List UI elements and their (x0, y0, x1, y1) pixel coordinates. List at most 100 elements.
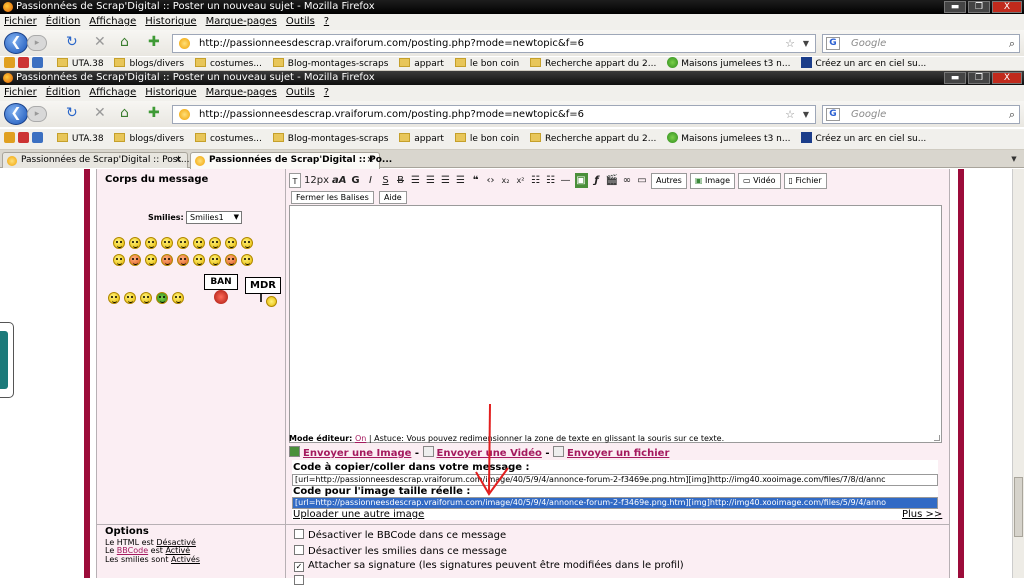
send-image-link[interactable]: Envoyer une Image (303, 448, 411, 459)
add-tab-icon[interactable]: ✚ (148, 34, 160, 50)
menu-outils[interactable]: Outils (286, 16, 315, 27)
checkbox-next[interactable] (294, 575, 308, 587)
italic-button[interactable]: I (365, 173, 377, 188)
smiley-icon[interactable] (129, 237, 141, 249)
bookmark-item[interactable]: Maisons jumelees t3 n... (667, 129, 790, 149)
autres-button[interactable]: Autres (650, 172, 687, 189)
font-icon[interactable]: T (289, 173, 301, 188)
search-icon[interactable]: ⌕ (1009, 106, 1015, 123)
numbered-list-icon[interactable]: ☷ (545, 173, 557, 188)
plus-link[interactable]: Plus >> (902, 509, 942, 520)
checkbox-attach-signature[interactable]: ✓ Attacher sa signature (les signatures p… (294, 560, 684, 572)
bookmark-item[interactable]: appart (399, 129, 444, 149)
send-file-link[interactable]: Envoyer un fichier (567, 448, 669, 459)
smiley-icon[interactable] (177, 237, 189, 249)
search-icon[interactable]: ⌕ (1009, 35, 1015, 52)
maximize-button[interactable]: ❐ (968, 1, 990, 13)
menu-historique[interactable]: Historique (145, 16, 196, 27)
menu-outils[interactable]: Outils (286, 87, 315, 98)
smiley-icon[interactable] (172, 292, 184, 304)
chevron-down-icon[interactable]: ▼ (803, 106, 809, 123)
address-bar[interactable]: http://passionneesdescrap.vraiforum.com/… (172, 105, 816, 124)
smiley-icon[interactable] (241, 237, 253, 249)
email-icon[interactable]: ▭ (636, 173, 648, 188)
add-tab-icon[interactable]: ✚ (148, 105, 160, 121)
bookmark-item[interactable]: blogs/divers (114, 57, 184, 71)
menu-help[interactable]: ? (324, 87, 329, 98)
smiley-icon[interactable] (124, 292, 136, 304)
video-button[interactable]: ▭ Vidéo (738, 172, 781, 189)
hr-icon[interactable]: — (560, 173, 572, 188)
superscript-icon[interactable]: x² (515, 173, 527, 188)
option-bbcode-state[interactable]: Activé (165, 546, 190, 555)
minimize-button[interactable]: ▬ (944, 72, 966, 84)
underline-button[interactable]: S (380, 173, 392, 188)
checkbox[interactable] (294, 545, 304, 555)
menu-affichage[interactable]: Affichage (89, 16, 136, 27)
image-icon[interactable]: ▣ (574, 173, 588, 188)
smiley-icon[interactable] (225, 254, 237, 266)
image-button[interactable]: ▣ Image (689, 172, 736, 189)
menu-affichage[interactable]: Affichage (89, 87, 136, 98)
resize-handle-icon[interactable] (934, 435, 940, 441)
smiley-icon[interactable] (161, 237, 173, 249)
menu-marque-pages[interactable]: Marque-pages (206, 16, 277, 27)
justify-icon[interactable]: ☰ (455, 173, 467, 188)
code-real-field[interactable]: [url=http://passionneesdescrap.vraiforum… (292, 497, 938, 509)
align-center-icon[interactable]: ☰ (425, 173, 437, 188)
home-icon[interactable]: ⌂ (120, 105, 129, 121)
smiley-icon[interactable] (145, 237, 157, 249)
align-left-icon[interactable]: ☰ (410, 173, 422, 188)
smiley-icon[interactable] (108, 292, 120, 304)
close-button[interactable]: X (992, 72, 1022, 84)
smiley-icon[interactable] (193, 237, 205, 249)
align-right-icon[interactable]: ☰ (440, 173, 452, 188)
google-icon[interactable]: G (826, 108, 840, 121)
bookmark-item[interactable]: blogs/divers (114, 129, 184, 149)
bookmark-item[interactable]: Recherche appart du 2... (530, 129, 656, 149)
minimize-button[interactable]: ▬ (944, 1, 966, 13)
side-widget-tab[interactable] (0, 322, 14, 398)
rss-icon[interactable] (4, 132, 15, 143)
chevron-down-icon[interactable]: ▼ (1008, 153, 1020, 165)
menu-historique[interactable]: Historique (145, 87, 196, 98)
back-arrow-icon[interactable]: ❮ (4, 32, 28, 54)
smiley-icon[interactable] (209, 254, 221, 266)
search-box[interactable]: G Google ⌕ (822, 34, 1020, 53)
bookmark-item[interactable]: UTA.38 (56, 129, 104, 149)
upload-other-link[interactable]: Uploader une autre image (293, 509, 424, 520)
bold-button[interactable]: G (350, 173, 362, 188)
forward-arrow-icon[interactable]: ▸ (27, 35, 47, 51)
bookmark-item[interactable]: Maisons jumelees t3 n... (667, 57, 790, 71)
menu-fichier[interactable]: Fichier (4, 16, 37, 27)
subscript-icon[interactable]: x₂ (500, 173, 512, 188)
close-icon[interactable]: × (174, 153, 182, 167)
list-icon[interactable]: ☷ (530, 173, 542, 188)
option-smilies-state[interactable]: Activés (171, 555, 200, 564)
app-icon[interactable] (18, 132, 29, 143)
ban-sign-icon[interactable]: BAN (204, 274, 238, 290)
bookmark-item[interactable]: Blog-montages-scraps (272, 57, 388, 71)
fichier-button[interactable]: ▯ Fichier (783, 172, 827, 189)
video-icon[interactable]: 🎬 (606, 173, 618, 188)
checkbox[interactable] (294, 575, 304, 585)
smiley-icon[interactable] (209, 237, 221, 249)
smilies-select[interactable]: Smilies1 ▼ (186, 211, 242, 224)
code-icon[interactable]: ‹› (485, 173, 497, 188)
forward-arrow-icon[interactable]: ▸ (27, 106, 47, 122)
smiley-icon[interactable] (113, 237, 125, 249)
checkbox-disable-smilies[interactable]: Désactiver les smilies dans ce message (294, 545, 507, 557)
link-icon[interactable]: ∞ (621, 173, 633, 188)
reload-icon[interactable]: ↻ (66, 105, 78, 121)
menu-edition[interactable]: Édition (46, 16, 81, 27)
bookmark-item[interactable]: Créez un arc en ciel su... (801, 129, 926, 149)
stop-icon[interactable]: ✕ (94, 34, 106, 50)
bookmark-item[interactable]: le bon coin (454, 129, 519, 149)
close-button[interactable]: X (992, 1, 1022, 13)
bookmark-star-icon[interactable]: ☆ (785, 106, 795, 123)
close-icon[interactable]: × (366, 153, 374, 167)
app-icon[interactable] (32, 132, 43, 143)
mode-toggle-link[interactable]: On (355, 434, 366, 443)
bookmark-item[interactable]: Créez un arc en ciel su... (801, 57, 926, 71)
mdr-sign-icon[interactable]: MDR (245, 277, 281, 294)
